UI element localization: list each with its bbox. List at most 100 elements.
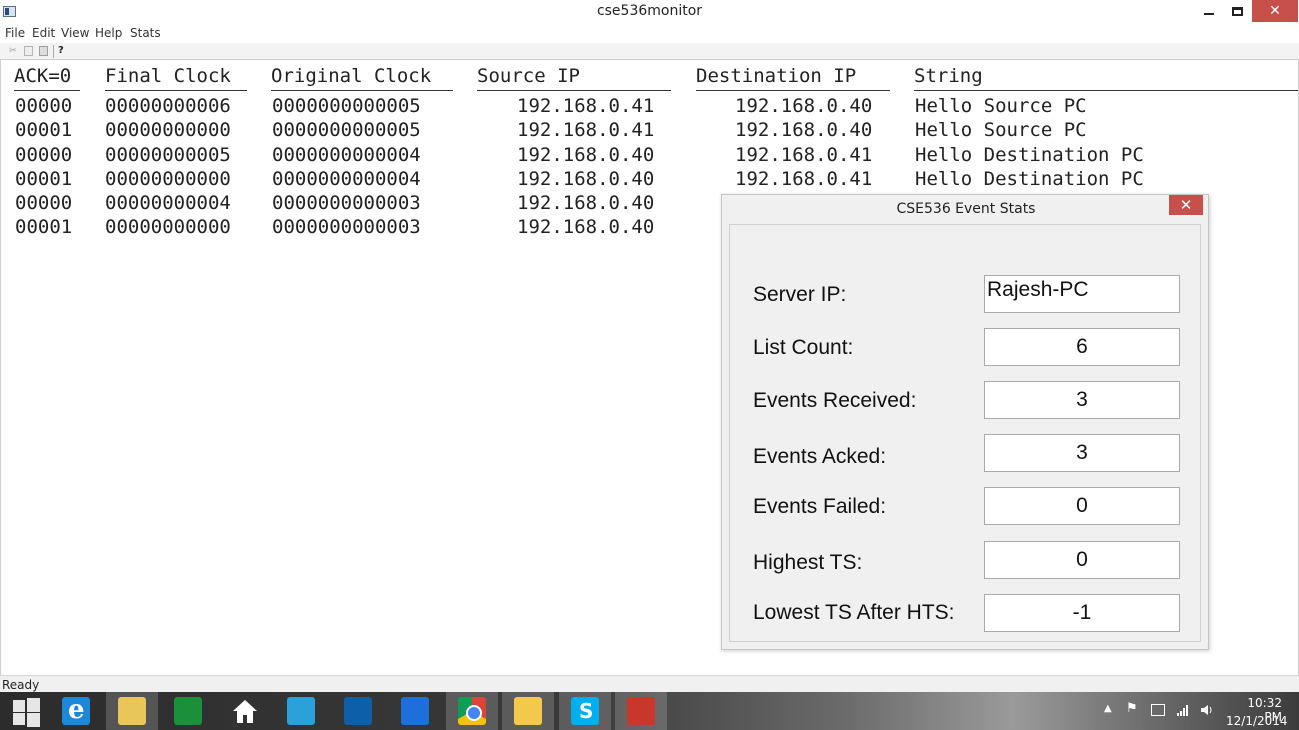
mfc-app-icon	[627, 697, 655, 725]
cell-original-clock: 0000000000004	[272, 144, 421, 166]
toolbar: ✂ ?	[0, 43, 1299, 60]
dialog-body: Server IP: Rajesh-PC List Count: 6 Event…	[729, 224, 1201, 642]
taskbar-internet-explorer[interactable]	[50, 692, 102, 730]
action-center-flag-icon[interactable]: ⚑	[1126, 701, 1138, 716]
show-hidden-icons-icon[interactable]: ▲	[1104, 703, 1116, 715]
cell-ack: 00001	[15, 216, 73, 238]
menu-stats[interactable]: Stats	[130, 26, 161, 40]
cut-icon[interactable]: ✂	[9, 46, 18, 56]
list-count-label: List Count:	[753, 336, 854, 359]
events-acked-label: Events Acked:	[753, 445, 887, 468]
network-signal-icon[interactable]	[1176, 702, 1188, 716]
cell-destination-ip: 192.168.0.40	[735, 95, 873, 117]
internet-explorer-icon	[62, 695, 90, 725]
cell-final-clock: 00000000005	[105, 144, 231, 166]
cell-source-ip: 192.168.0.40	[517, 144, 655, 166]
cell-destination-ip: 192.168.0.40	[735, 119, 873, 141]
puzzle-app-icon	[514, 697, 542, 725]
maxthon-icon	[401, 697, 429, 725]
menu-help[interactable]: Help	[95, 26, 122, 40]
cell-ack: 00001	[15, 119, 73, 141]
events-received-label: Events Received:	[753, 389, 917, 412]
cell-final-clock: 00000000006	[105, 95, 231, 117]
lowest-ts-after-hts-label: Lowest TS After HTS:	[753, 601, 955, 624]
cell-original-clock: 0000000000003	[272, 216, 421, 238]
taskbar-skype[interactable]	[559, 692, 611, 730]
column-header-original-clock[interactable]: Original Clock	[271, 65, 453, 91]
file-explorer-icon	[118, 697, 146, 725]
cell-original-clock: 0000000000004	[272, 168, 421, 190]
cell-ack: 00000	[15, 192, 73, 214]
menu-bar: File Edit View Help Stats	[0, 24, 1299, 43]
taskbar-mail[interactable]	[275, 692, 327, 730]
minimize-icon	[1204, 13, 1214, 15]
cell-original-clock: 0000000000003	[272, 192, 421, 214]
taskbar: ▲ ⚑ 10:32 PM 12/1/2014	[0, 692, 1299, 730]
cell-original-clock: 0000000000005	[272, 95, 421, 117]
taskbar-file-explorer[interactable]	[106, 692, 158, 730]
column-header-source-ip[interactable]: Source IP	[477, 65, 671, 91]
events-acked-field[interactable]: 3	[984, 434, 1180, 472]
cell-final-clock: 00000000000	[105, 216, 231, 238]
cell-final-clock: 00000000000	[105, 119, 231, 141]
taskbar-home[interactable]	[219, 692, 271, 730]
menu-file[interactable]: File	[5, 26, 25, 40]
help-icon[interactable]: ?	[58, 46, 67, 56]
title-bar: cse536monitor ✕	[0, 0, 1299, 24]
close-button[interactable]: ✕	[1252, 0, 1298, 22]
home-icon	[231, 697, 259, 725]
list-count-field[interactable]: 6	[984, 328, 1180, 366]
taskbar-maxthon[interactable]	[389, 692, 441, 730]
taskbar-puzzle-app[interactable]	[502, 692, 554, 730]
dialog-title: CSE536 Event Stats	[896, 201, 1036, 217]
lowest-ts-after-hts-field[interactable]: -1	[984, 594, 1180, 632]
cell-source-ip: 192.168.0.40	[517, 168, 655, 190]
start-icon	[12, 697, 40, 727]
taskbar-chrome[interactable]	[446, 692, 498, 730]
menu-view[interactable]: View	[61, 26, 89, 40]
cell-source-ip: 192.168.0.40	[517, 192, 655, 214]
menu-edit[interactable]: Edit	[32, 26, 55, 40]
cell-string: Hello Source PC	[915, 95, 1087, 117]
restore-button[interactable]	[1224, 0, 1250, 22]
taskbar-mfc-app[interactable]	[615, 692, 667, 730]
column-header-destination-ip[interactable]: Destination IP	[696, 65, 890, 91]
highest-ts-field[interactable]: 0	[984, 541, 1180, 579]
store-icon	[174, 697, 202, 725]
monitor-app-icon	[344, 697, 372, 725]
cell-final-clock: 00000000004	[105, 192, 231, 214]
battery-icon[interactable]	[1151, 704, 1165, 716]
cell-string: Hello Destination PC	[915, 168, 1144, 190]
events-received-field[interactable]: 3	[984, 381, 1180, 419]
cell-ack: 00000	[15, 144, 73, 166]
server-ip-label: Server IP:	[753, 283, 847, 306]
cell-ack: 00001	[15, 168, 73, 190]
toolbar-separator	[53, 45, 54, 58]
minimize-button[interactable]	[1196, 0, 1222, 22]
paste-icon[interactable]	[39, 46, 48, 56]
cell-destination-ip: 192.168.0.41	[735, 144, 873, 166]
events-failed-field[interactable]: 0	[984, 487, 1180, 525]
cell-ack: 00000	[15, 95, 73, 117]
cell-original-clock: 0000000000005	[272, 119, 421, 141]
server-ip-field[interactable]: Rajesh-PC	[984, 275, 1180, 313]
column-header-ack[interactable]: ACK=0	[14, 65, 80, 91]
screen: cse536monitor ✕ File Edit View Help Stat…	[0, 0, 1299, 730]
cell-source-ip: 192.168.0.40	[517, 216, 655, 238]
cell-source-ip: 192.168.0.41	[517, 119, 655, 141]
cell-string: Hello Destination PC	[915, 144, 1144, 166]
event-stats-dialog: CSE536 Event Stats ✕ Server IP: Rajesh-P…	[721, 194, 1209, 650]
volume-icon[interactable]	[1200, 702, 1212, 715]
column-header-final-clock[interactable]: Final Clock	[105, 65, 247, 91]
taskbar-store[interactable]	[162, 692, 214, 730]
start-button[interactable]	[0, 692, 52, 730]
close-icon: ✕	[1179, 196, 1193, 214]
dialog-close-button[interactable]: ✕	[1169, 195, 1203, 215]
copy-icon[interactable]	[24, 46, 33, 56]
clock-date[interactable]: 12/1/2014	[1226, 714, 1288, 728]
cell-string: Hello Source PC	[915, 119, 1087, 141]
taskbar-monitor-app[interactable]	[332, 692, 384, 730]
chrome-icon	[458, 697, 486, 725]
status-text: Ready	[2, 678, 40, 692]
column-header-string[interactable]: String	[914, 65, 1298, 91]
